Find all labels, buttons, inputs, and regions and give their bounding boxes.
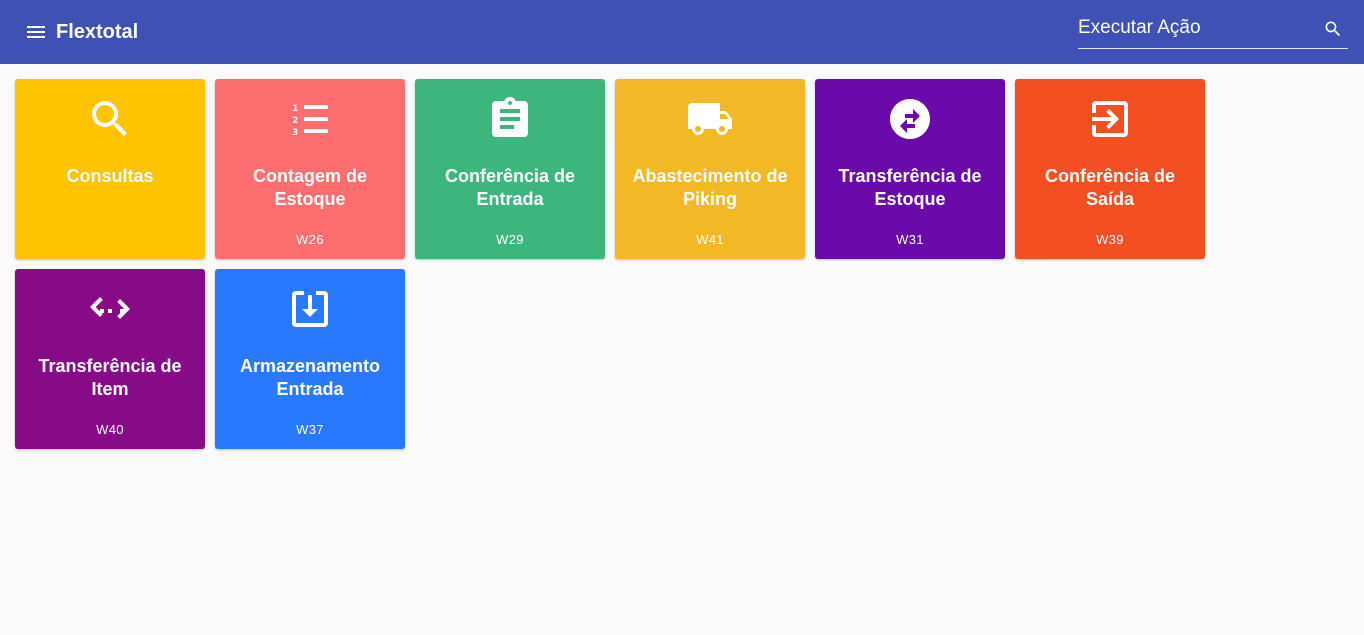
tile-code: W26 <box>296 232 324 247</box>
tile-label: Contagem de Estoque <box>252 166 367 209</box>
app-title: Flextotal <box>56 21 139 43</box>
tile-code: W31 <box>896 232 924 247</box>
tile-conferencia-de-saida[interactable]: Conferência de Saída W39 <box>1015 79 1205 259</box>
tile-label: Conferência de Saída <box>1044 166 1176 209</box>
tile-transferencia-de-item[interactable]: Transferência de Item W40 <box>15 269 205 449</box>
menu-icon[interactable] <box>24 20 48 44</box>
truck-icon <box>686 95 734 143</box>
tile-contagem-de-estoque[interactable]: 1 2 3 Contagem de Estoque W26 <box>215 79 405 259</box>
action-search-input[interactable] <box>1078 14 1313 42</box>
tile-label: Transferência de Estoque <box>838 166 982 209</box>
tile-code: W40 <box>96 422 124 437</box>
svg-text:3: 3 <box>292 127 298 137</box>
tile-transferencia-de-estoque[interactable]: Transferência de Estoque W31 <box>815 79 1005 259</box>
search-icon[interactable] <box>1323 19 1343 39</box>
tile-conferencia-de-entrada[interactable]: Conferência de Entrada W29 <box>415 79 605 259</box>
tile-code: W29 <box>496 232 524 247</box>
numbered-list-icon: 1 2 3 <box>286 95 334 143</box>
action-search <box>1078 12 1348 49</box>
code-dots-icon <box>86 285 134 333</box>
tile-label: Conferência de Entrada <box>444 166 576 209</box>
tile-armazenamento-entrada[interactable]: Armazenamento Entrada W37 <box>215 269 405 449</box>
tile-abastecimento-de-piking[interactable]: Abastecimento de Piking W41 <box>615 79 805 259</box>
tile-code: W37 <box>296 422 324 437</box>
tile-consultas[interactable]: Consultas <box>15 79 205 259</box>
swap-arrows-icon <box>886 95 934 143</box>
download-box-icon <box>286 285 334 333</box>
svg-text:1: 1 <box>292 103 298 113</box>
exit-arrow-icon <box>1086 95 1134 143</box>
tile-label: Armazenamento Entrada <box>239 356 381 399</box>
tile-label: Transferência de Item <box>38 356 182 399</box>
tile-code: W39 <box>1096 232 1124 247</box>
tile-label: Abastecimento de Piking <box>632 166 788 209</box>
svg-text:2: 2 <box>292 115 298 125</box>
tile-code: W41 <box>696 232 724 247</box>
tile-label: Consultas <box>66 166 154 186</box>
search-icon <box>86 95 134 143</box>
top-app-bar: Flextotal <box>0 0 1364 64</box>
clipboard-icon <box>486 95 534 143</box>
